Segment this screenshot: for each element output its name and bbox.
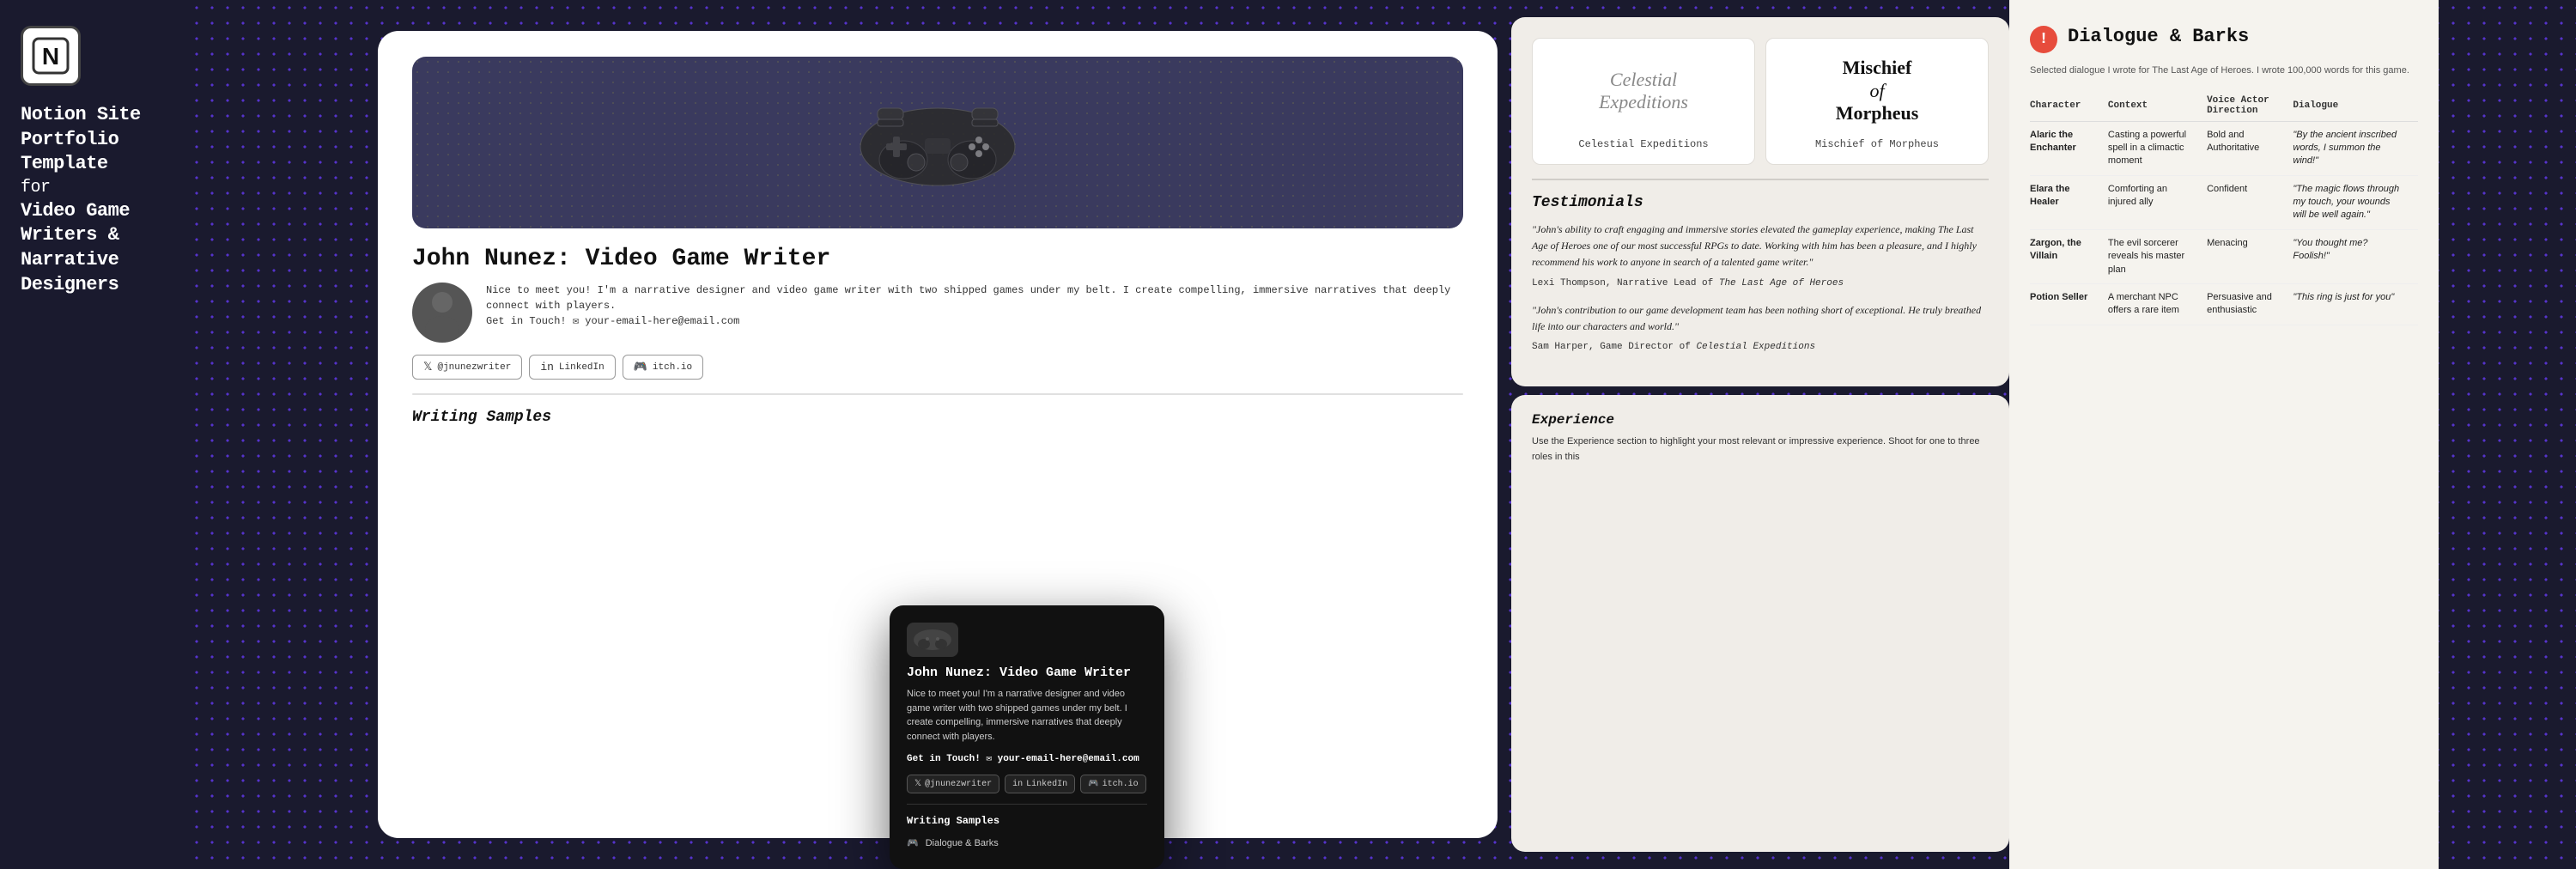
controller-image [412, 57, 1463, 228]
games-panel: Celestial Expeditions Celestial Expediti… [1511, 17, 2009, 386]
row3-character: Zargon, the Villain [2030, 229, 2108, 283]
testimonials-title: Testimonials [1532, 194, 1989, 211]
linkedin-button[interactable]: in LinkedIn [529, 355, 615, 380]
col-character: Character [2030, 95, 2108, 122]
row2-character: Elara the Healer [2030, 175, 2108, 229]
row1-dialogue: "By the ancient inscribed words, I summo… [2293, 121, 2418, 175]
dark-itchio-icon: 🎮 [1088, 779, 1098, 789]
dialogue-header: ! Dialogue & Barks [2030, 26, 2418, 53]
dark-popup: John Nunez: Video Game Writer Nice to me… [890, 605, 1164, 869]
author-description: Nice to meet you! I'm a narrative design… [486, 283, 1463, 313]
dialogue-title: Dialogue & Barks [2068, 26, 2249, 47]
celestial-card: Celestial Expeditions Celestial Expediti… [1532, 38, 1755, 165]
mischief-logo-box: Mischief of Morpheus [1780, 52, 1974, 130]
table-row: Alaric the Enchanter Casting a powerful … [2030, 121, 2418, 175]
col-dialogue: Dialogue [2293, 95, 2418, 122]
row1-voice: Bold and Authoritative [2207, 121, 2293, 175]
author-avatar [412, 283, 472, 343]
notion-logo: N [21, 26, 81, 86]
games-grid: Celestial Expeditions Celestial Expediti… [1532, 38, 1989, 165]
portfolio-card-title: John Nunez: Video Game Writer [412, 246, 1463, 272]
celestial-logo-box: Celestial Expeditions [1546, 52, 1741, 130]
row2-dialogue: "The magic flows through my touch, your … [2293, 175, 2418, 229]
games-divider [1532, 179, 1989, 180]
dialogue-table: Character Context Voice Actor Direction … [2030, 95, 2418, 325]
table-row: Elara the Healer Comforting an injured a… [2030, 175, 2418, 229]
testimonial-2-author: Sam Harper, Game Director of Celestial E… [1532, 342, 1989, 352]
row1-character: Alaric the Enchanter [2030, 121, 2108, 175]
experience-title: Experience [1532, 412, 1989, 428]
dark-popup-contact: Get in Touch! ✉ your-email-here@email.co… [907, 752, 1147, 764]
row4-character: Potion Seller [2030, 284, 2108, 325]
row4-dialogue: "This ring is just for you" [2293, 284, 2418, 325]
dark-twitter-icon: 𝕏 [914, 779, 921, 789]
testimonial-1-author: Lexi Thompson, Narrative Lead of The Las… [1532, 278, 1989, 289]
celestial-game-name: Celestial Expeditions [1578, 138, 1708, 150]
right-panels: Celestial Expeditions Celestial Expediti… [1511, 0, 2009, 869]
social-buttons: 𝕏 @jnunezwriter in LinkedIn 🎮 itch.io [412, 355, 1463, 380]
dark-linkedin-btn[interactable]: in LinkedIn [1005, 775, 1075, 793]
celestial-logo: Celestial Expeditions [1599, 69, 1688, 114]
row3-context: The evil sorcerer reveals his master pla… [2108, 229, 2207, 283]
row3-dialogue: "You thought me? Foolish!" [2293, 229, 2418, 283]
mischief-card: Mischief of Morpheus Mischief of Morpheu… [1765, 38, 1989, 165]
row4-context: A merchant NPC offers a rare item [2108, 284, 2207, 325]
testimonial-2-quote: "John's contribution to our game develop… [1532, 302, 1989, 335]
mischief-logo: Mischief of Morpheus [1836, 57, 1919, 125]
dot-section-right [2439, 0, 2576, 869]
experience-section: Experience Use the Experience section to… [1511, 395, 2009, 852]
controller-mini [907, 623, 958, 657]
get-in-touch: Get in Touch! ✉ your-email-here@email.co… [486, 313, 1463, 329]
dark-twitter-btn[interactable]: 𝕏 @jnunezwriter [907, 775, 999, 793]
row2-voice: Confident [2207, 175, 2293, 229]
itchio-icon: 🎮 [634, 361, 647, 374]
dark-linkedin-icon: in [1012, 780, 1023, 789]
mischief-game-name: Mischief of Morpheus [1815, 138, 1939, 150]
dark-writing-samples: Writing Samples [907, 815, 1147, 827]
row3-voice: Menacing [2207, 229, 2293, 283]
dialogue-description: Selected dialogue I wrote for The Last A… [2030, 64, 2418, 78]
author-section: Nice to meet you! I'm a narrative design… [412, 283, 1463, 343]
writing-samples-label: Writing Samples [412, 409, 1463, 426]
divider-1 [412, 393, 1463, 395]
row1-context: Casting a powerful spell in a climactic … [2108, 121, 2207, 175]
twitter-button[interactable]: 𝕏 @jnunezwriter [412, 355, 522, 380]
main-area: John Nunez: Video Game Writer Nice to me… [189, 0, 2576, 869]
exclamation-icon: ! [2030, 26, 2057, 53]
row4-voice: Persuasive and enthusiastic [2207, 284, 2293, 325]
dot-section-left [189, 0, 378, 869]
table-row: Potion Seller A merchant NPC offers a ra… [2030, 284, 2418, 325]
twitter-icon: 𝕏 [423, 361, 432, 374]
table-row: Zargon, the Villain The evil sorcerer re… [2030, 229, 2418, 283]
dark-divider [907, 804, 1147, 805]
dark-writing-item-1: 🎮 Dialogue & Barks [907, 834, 1147, 852]
linkedin-icon: in [540, 361, 554, 374]
testimonial-1-quote: "John's ability to craft engaging and im… [1532, 222, 1989, 271]
svg-text:N: N [42, 43, 59, 70]
dark-popup-social: 𝕏 @jnunezwriter in LinkedIn 🎮 itch.io [907, 775, 1147, 793]
sidebar-title: Notion Site Portfolio Template for Video… [21, 103, 141, 297]
far-right-panel: ! Dialogue & Barks Selected dialogue I w… [2009, 0, 2439, 869]
dark-popup-description: Nice to meet you! I'm a narrative design… [907, 687, 1147, 744]
experience-description: Use the Experience section to highlight … [1532, 434, 1989, 465]
dark-popup-title: John Nunez: Video Game Writer [907, 665, 1147, 680]
sidebar: N Notion Site Portfolio Template for Vid… [0, 0, 189, 869]
col-context: Context [2108, 95, 2207, 122]
row2-context: Comforting an injured ally [2108, 175, 2207, 229]
dark-itchio-btn[interactable]: 🎮 itch.io [1080, 775, 1145, 793]
itchio-button[interactable]: 🎮 itch.io [623, 355, 703, 380]
col-voice-actor: Voice Actor Direction [2207, 95, 2293, 122]
